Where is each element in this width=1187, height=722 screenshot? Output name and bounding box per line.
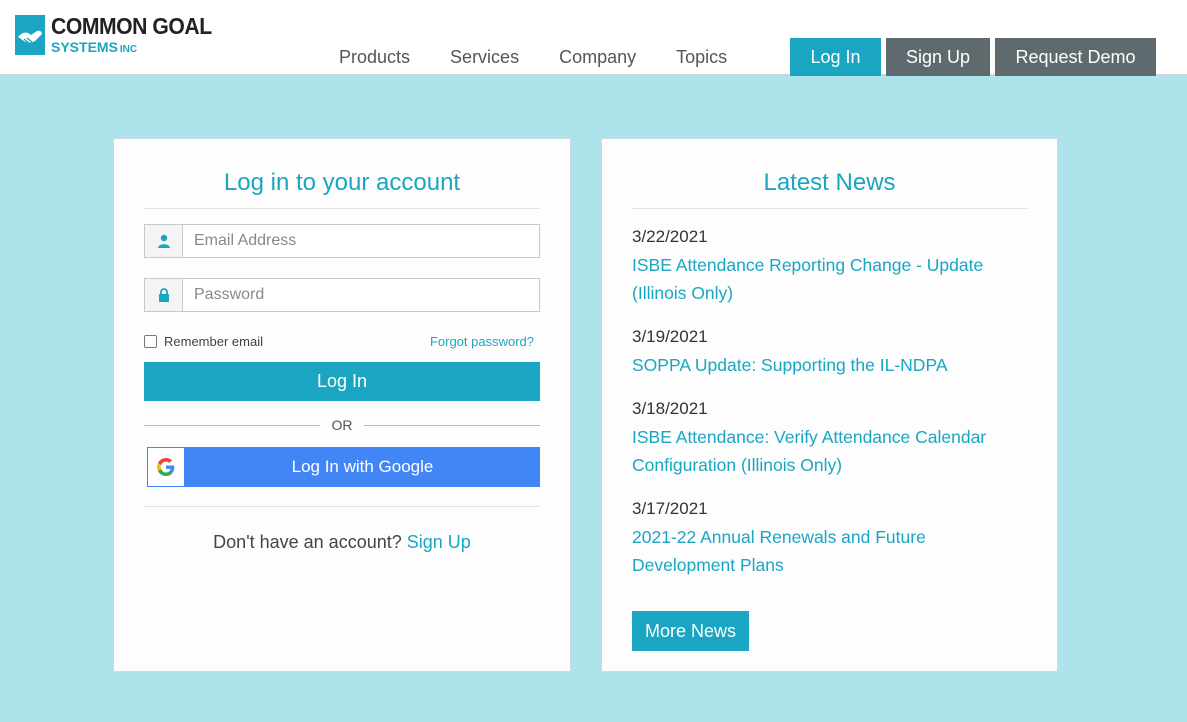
logo-wordmark: COMMON GOAL	[51, 13, 212, 39]
site-header: COMMON GOAL SYSTEMS INC Products Services…	[0, 0, 1187, 76]
header-login-button[interactable]: Log In	[790, 38, 881, 76]
request-demo-button[interactable]: Request Demo	[995, 38, 1156, 76]
news-item: 3/18/2021 ISBE Attendance: Verify Attend…	[632, 399, 1027, 479]
news-item: 3/22/2021 ISBE Attendance Reporting Chan…	[632, 227, 1027, 307]
news-date: 3/19/2021	[632, 327, 708, 346]
divider	[632, 208, 1027, 209]
more-news-button[interactable]: More News	[632, 611, 749, 651]
signup-link[interactable]: Sign Up	[407, 532, 471, 552]
remember-email-checkbox[interactable]	[144, 335, 157, 348]
news-date: 3/17/2021	[632, 499, 708, 518]
news-date: 3/22/2021	[632, 227, 708, 246]
news-title: Latest News	[763, 169, 896, 196]
news-link[interactable]: ISBE Attendance Reporting Change - Updat…	[632, 251, 1027, 307]
news-date: 3/18/2021	[632, 399, 708, 418]
lock-icon	[145, 279, 183, 311]
nav-company[interactable]: Company	[559, 47, 636, 68]
news-link[interactable]: ISBE Attendance: Verify Attendance Calen…	[632, 423, 1027, 479]
email-field[interactable]	[144, 224, 540, 258]
nav-products[interactable]: Products	[339, 47, 410, 68]
password-input[interactable]	[183, 279, 539, 311]
handshake-logo-icon	[15, 15, 45, 55]
signup-prompt: Don't have an account? Sign Up	[144, 532, 540, 553]
logo-subtitle: SYSTEMS INC	[51, 39, 138, 55]
news-link[interactable]: SOPPA Update: Supporting the IL-NDPA	[632, 351, 1027, 379]
google-icon	[147, 447, 185, 487]
login-title: Log in to your account	[223, 169, 461, 196]
google-login-button[interactable]: Log In with Google	[147, 447, 540, 487]
email-input[interactable]	[183, 225, 539, 257]
divider	[144, 506, 540, 507]
news-item: 3/19/2021 SOPPA Update: Supporting the I…	[632, 327, 1027, 379]
nav-topics[interactable]: Topics	[676, 47, 727, 68]
remember-email[interactable]: Remember email	[144, 334, 263, 349]
news-link[interactable]: 2021-22 Annual Renewals and Future Devel…	[632, 523, 1027, 579]
login-panel: Log in to your account Remember email Fo…	[113, 138, 571, 672]
login-submit-button[interactable]: Log In	[144, 362, 540, 401]
nav-services[interactable]: Services	[450, 47, 519, 68]
main-nav: Products Services Company Topics	[339, 47, 767, 68]
news-panel: Latest News 3/22/2021 ISBE Attendance Re…	[601, 138, 1058, 672]
remember-email-label: Remember email	[164, 334, 263, 349]
news-item: 3/17/2021 2021-22 Annual Renewals and Fu…	[632, 499, 1027, 579]
header-signup-button[interactable]: Sign Up	[886, 38, 990, 76]
company-logo[interactable]: COMMON GOAL SYSTEMS INC	[15, 15, 226, 57]
no-account-text: Don't have an account?	[213, 532, 402, 552]
google-login-label: Log In with Google	[291, 457, 434, 476]
user-icon	[145, 225, 183, 257]
password-field[interactable]	[144, 278, 540, 312]
news-list: 3/22/2021 ISBE Attendance Reporting Chan…	[632, 227, 1027, 599]
divider	[144, 208, 540, 209]
or-separator: OR	[144, 417, 540, 433]
forgot-password-link[interactable]: Forgot password?	[430, 334, 534, 349]
